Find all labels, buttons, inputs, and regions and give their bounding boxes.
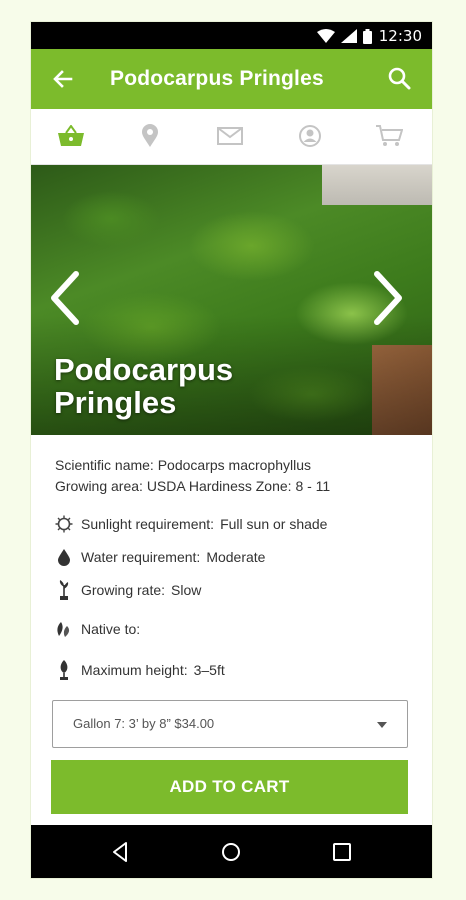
nav-back-icon[interactable] [108, 839, 134, 865]
nav-recents-icon[interactable] [329, 839, 355, 865]
tab-account[interactable] [295, 121, 325, 151]
scientific-name: Scientific name: Podocarps macrophyllus [55, 457, 312, 473]
tab-shop[interactable] [56, 121, 86, 151]
mail-icon [217, 127, 243, 145]
account-icon [299, 125, 321, 147]
growing-rate-label: Growing rate: [81, 582, 166, 598]
sunlight-label: Sunlight requirement: [81, 516, 215, 532]
system-navigation-bar [31, 825, 432, 878]
size-select[interactable]: Gallon 7: 3’ by 8” $34.00 [52, 700, 408, 748]
water-label: Water requirement: [81, 549, 201, 565]
max-height-value: 3–5ft [193, 662, 225, 678]
max-height-label: Maximum height: [81, 662, 188, 678]
cart-icon [376, 125, 403, 146]
status-time: 12:30 [378, 27, 422, 45]
search-icon[interactable] [386, 65, 414, 93]
leaves-icon [55, 619, 73, 639]
location-pin-icon [142, 124, 158, 147]
growing-area: Growing area: USDA Hardiness Zone: 8 - 1… [55, 478, 331, 494]
back-arrow-icon[interactable] [49, 65, 77, 93]
tab-location[interactable] [135, 121, 165, 151]
next-image-arrow-icon[interactable] [367, 270, 407, 326]
growing-rate-value: Slow [171, 582, 202, 598]
page-title: Podocarpus Pringles [110, 67, 324, 90]
sun-icon [55, 514, 73, 534]
signal-icon [341, 29, 357, 43]
app-bar: Podocarpus Pringles [31, 49, 432, 109]
water-drop-icon [55, 547, 73, 567]
spec-native: Native to: [55, 618, 415, 640]
spec-sunlight: Sunlight requirement: Full sun or shade [55, 513, 415, 535]
tab-cart[interactable] [374, 121, 404, 151]
hero-plant-name: Podocarpus Pringles [54, 352, 234, 420]
sunlight-value: Full sun or shade [220, 516, 328, 532]
basket-icon [58, 125, 84, 146]
growth-icon [55, 580, 73, 600]
tree-height-icon [55, 660, 73, 680]
plant-details: Scientific name: Podocarps macrophyllus … [55, 455, 415, 497]
battery-icon [363, 28, 372, 44]
wifi-icon [317, 29, 335, 43]
spec-max-height: Maximum height: 3–5ft [55, 659, 415, 681]
native-label: Native to: [81, 621, 141, 637]
tab-bar [31, 109, 432, 165]
nav-home-icon[interactable] [218, 839, 244, 865]
water-value: Moderate [206, 549, 266, 565]
spec-water: Water requirement: Moderate [55, 546, 415, 568]
spec-growing-rate: Growing rate: Slow [55, 579, 415, 601]
chevron-down-icon [377, 722, 387, 728]
phone-screen: 12:30 Podocarpus Pringles Podocarpus Pri… [31, 22, 432, 878]
add-to-cart-button[interactable]: ADD TO CART [51, 760, 408, 814]
hero-background-pavement [322, 165, 432, 205]
previous-image-arrow-icon[interactable] [46, 270, 86, 326]
status-bar: 12:30 [31, 22, 432, 49]
plant-hero-image: Podocarpus Pringles [31, 165, 432, 435]
size-select-value: Gallon 7: 3’ by 8” $34.00 [73, 716, 215, 731]
tab-mail[interactable] [215, 121, 245, 151]
